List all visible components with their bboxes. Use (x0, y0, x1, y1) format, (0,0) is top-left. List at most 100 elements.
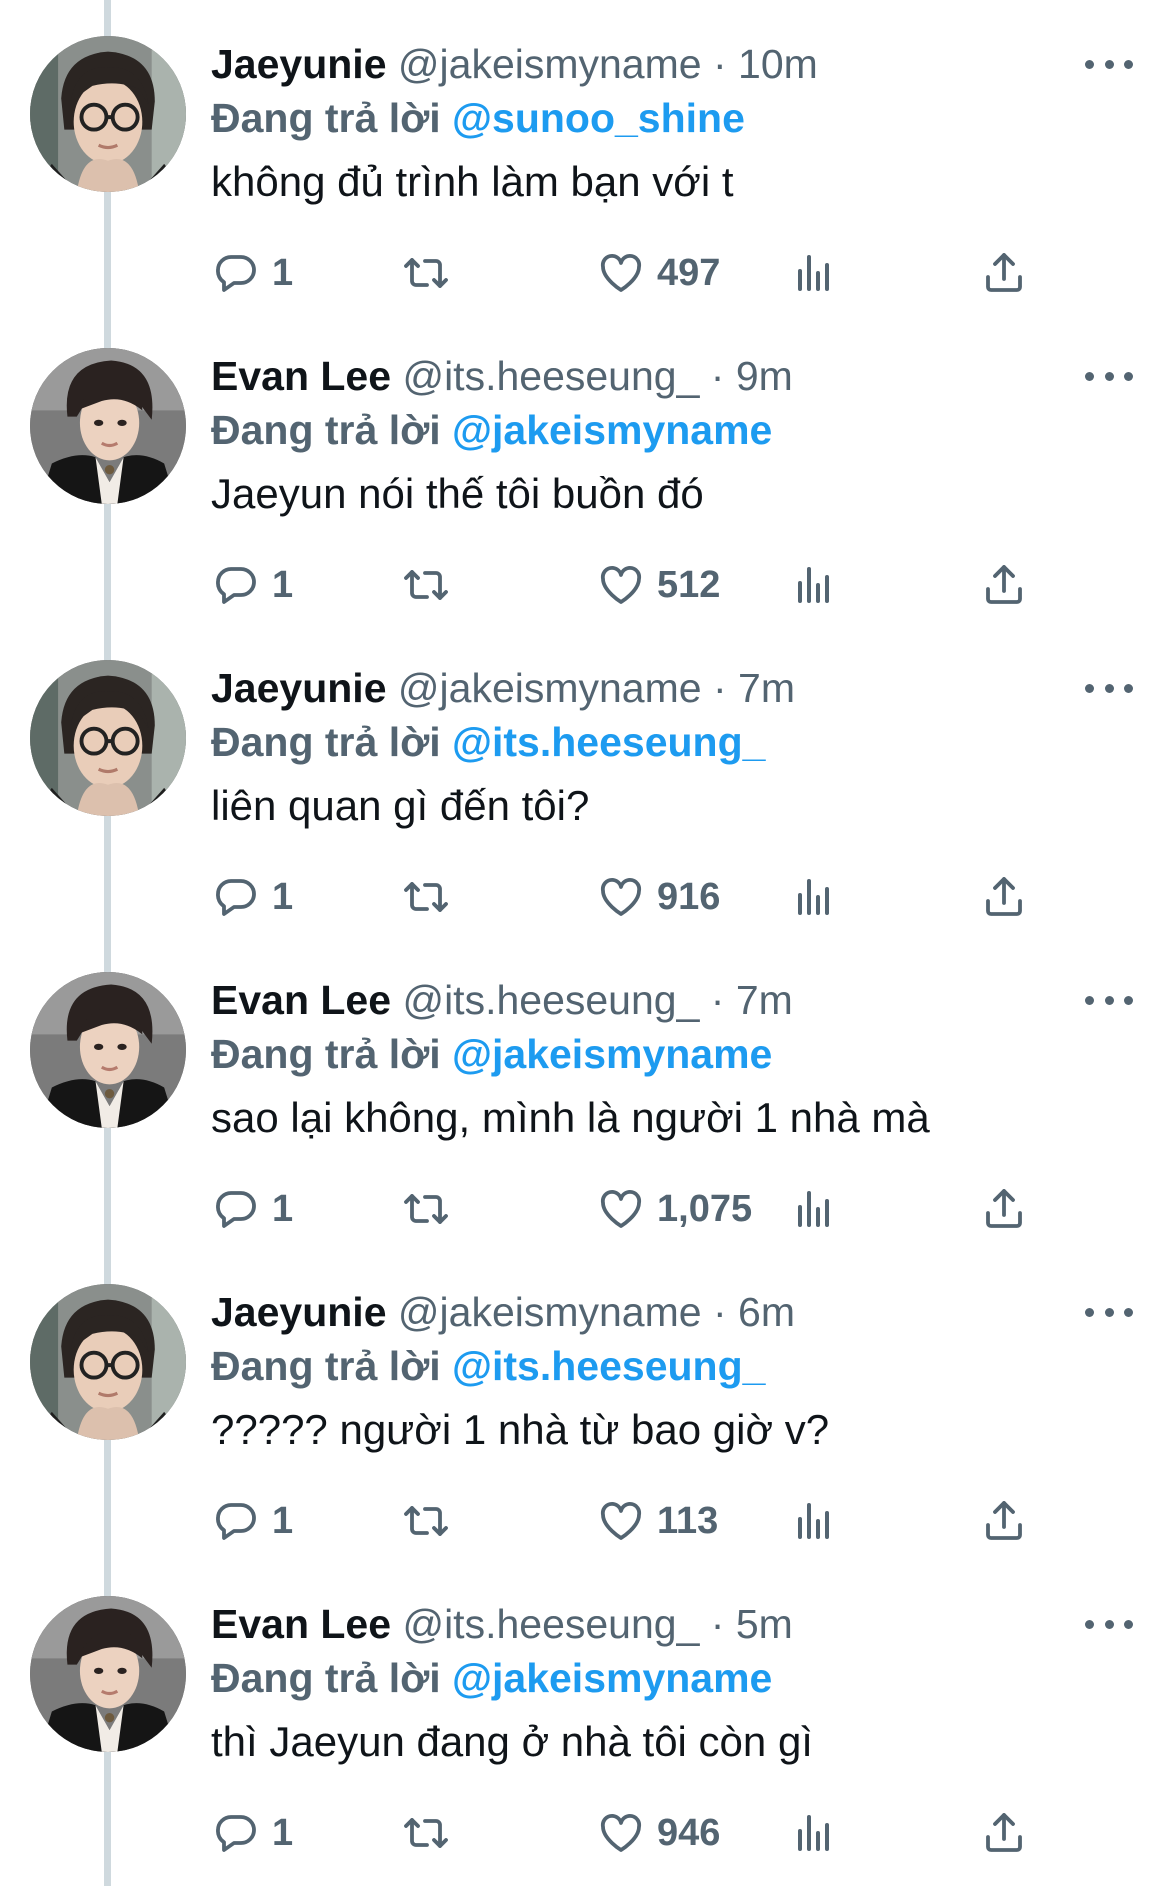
timestamp[interactable]: · 7m (713, 665, 795, 711)
reply-count: 1 (272, 1499, 294, 1542)
mention-link[interactable]: @jakeismyname (452, 1031, 772, 1077)
timestamp[interactable]: · 7m (711, 977, 793, 1023)
share-button[interactable] (980, 1491, 1028, 1551)
reply-icon (212, 1185, 260, 1233)
tweet-header: Jaeyunie @jakeismyname · 6m (211, 1284, 795, 1340)
retweet-button[interactable] (402, 555, 450, 615)
more-icon[interactable] (1085, 40, 1133, 88)
like-button[interactable]: 497 (597, 243, 720, 303)
share-button[interactable] (980, 1803, 1028, 1863)
replying-to-label: Đang trả lời (211, 1655, 441, 1701)
like-button[interactable]: 946 (597, 1803, 720, 1863)
handle[interactable]: @its.heeseung_ (402, 1601, 699, 1647)
mention-link[interactable]: @its.heeseung_ (452, 1343, 765, 1389)
share-button[interactable] (980, 243, 1028, 303)
mention-link[interactable]: @its.heeseung_ (452, 719, 765, 765)
share-icon (980, 561, 1028, 609)
display-name[interactable]: Evan Lee (211, 977, 391, 1023)
timestamp[interactable]: · 6m (713, 1289, 795, 1335)
like-button[interactable]: 512 (597, 555, 720, 615)
views-icon (790, 561, 838, 609)
tweet[interactable]: Jaeyunie @jakeismyname · 6m Đang trả lời … (0, 1248, 1170, 1560)
more-icon[interactable] (1085, 1288, 1133, 1336)
views-icon (790, 249, 838, 297)
display-name[interactable]: Jaeyunie (211, 665, 387, 711)
retweet-icon (402, 561, 450, 609)
tweet[interactable]: Evan Lee @its.heeseung_ · 5m Đang trả lời… (0, 1560, 1170, 1872)
handle[interactable]: @jakeismyname (398, 41, 702, 87)
more-icon[interactable] (1085, 1600, 1133, 1648)
mention-link[interactable]: @sunoo_shine (452, 95, 745, 141)
reply-button[interactable]: 1 (212, 555, 293, 615)
retweet-button[interactable] (402, 1491, 450, 1551)
more-icon[interactable] (1085, 352, 1133, 400)
views-button[interactable] (790, 1179, 838, 1239)
retweet-button[interactable] (402, 867, 450, 927)
tweet-text: thì Jaeyun đang ở nhà tôi còn gì (211, 1718, 813, 1765)
timestamp[interactable]: · 5m (711, 1601, 793, 1647)
reply-button[interactable]: 1 (212, 867, 293, 927)
avatar[interactable] (30, 36, 186, 192)
retweet-icon (402, 249, 450, 297)
action-bar: 1 916 (0, 867, 1170, 927)
more-icon[interactable] (1085, 664, 1133, 712)
tweet[interactable]: Jaeyunie @jakeismyname · 7m Đang trả lời … (0, 624, 1170, 936)
views-button[interactable] (790, 867, 838, 927)
like-button[interactable]: 1,075 (597, 1179, 752, 1239)
retweet-icon (402, 1497, 450, 1545)
share-button[interactable] (980, 1179, 1028, 1239)
share-button[interactable] (980, 555, 1028, 615)
reply-button[interactable]: 1 (212, 1491, 293, 1551)
views-button[interactable] (790, 555, 838, 615)
views-button[interactable] (790, 1803, 838, 1863)
reply-count: 1 (272, 251, 294, 294)
share-button[interactable] (980, 867, 1028, 927)
avatar[interactable] (30, 1284, 186, 1440)
tweet-header: Jaeyunie @jakeismyname · 10m (211, 36, 818, 92)
like-button[interactable]: 113 (597, 1491, 718, 1551)
avatar[interactable] (30, 348, 186, 504)
views-button[interactable] (790, 243, 838, 303)
avatar[interactable] (30, 660, 186, 816)
timestamp[interactable]: · 10m (713, 41, 818, 87)
display-name[interactable]: Evan Lee (211, 1601, 391, 1647)
tweet[interactable]: Evan Lee @its.heeseung_ · 9m Đang trả lời… (0, 312, 1170, 624)
replying-to: Đang trả lời @jakeismyname (211, 1026, 772, 1082)
replying-to-label: Đang trả lời (211, 407, 441, 453)
more-icon[interactable] (1085, 976, 1133, 1024)
retweet-button[interactable] (402, 243, 450, 303)
like-icon (597, 1185, 645, 1233)
reply-button[interactable]: 1 (212, 243, 293, 303)
mention-link[interactable]: @jakeismyname (452, 407, 772, 453)
views-button[interactable] (790, 1491, 838, 1551)
tweet-text: liên quan gì đến tôi? (211, 782, 590, 829)
tweet-text: không đủ trình làm bạn với t (211, 158, 734, 205)
handle[interactable]: @its.heeseung_ (402, 353, 699, 399)
handle[interactable]: @its.heeseung_ (402, 977, 699, 1023)
tweet-text: Jaeyun nói thế tôi buồn đó (211, 470, 704, 517)
retweet-button[interactable] (402, 1179, 450, 1239)
avatar[interactable] (30, 1596, 186, 1752)
mention-link[interactable]: @jakeismyname (452, 1655, 772, 1701)
like-button[interactable]: 916 (597, 867, 720, 927)
handle[interactable]: @jakeismyname (398, 1289, 702, 1335)
action-bar: 1 512 (0, 555, 1170, 615)
reply-icon (212, 1497, 260, 1545)
reply-icon (212, 873, 260, 921)
tweet[interactable]: Jaeyunie @jakeismyname · 10m Đang trả lời… (0, 0, 1170, 312)
tweet[interactable]: Evan Lee @its.heeseung_ · 7m Đang trả lời… (0, 936, 1170, 1248)
display-name[interactable]: Jaeyunie (211, 1289, 387, 1335)
tweet-header: Evan Lee @its.heeseung_ · 7m (211, 972, 793, 1028)
reply-button[interactable]: 1 (212, 1803, 293, 1863)
avatar[interactable] (30, 972, 186, 1128)
action-bar: 1 1,075 (0, 1179, 1170, 1239)
display-name[interactable]: Jaeyunie (211, 41, 387, 87)
replying-to: Đang trả lời @its.heeseung_ (211, 1338, 765, 1394)
retweet-button[interactable] (402, 1803, 450, 1863)
timestamp[interactable]: · 9m (711, 353, 793, 399)
reply-button[interactable]: 1 (212, 1179, 293, 1239)
handle[interactable]: @jakeismyname (398, 665, 702, 711)
display-name[interactable]: Evan Lee (211, 353, 391, 399)
reply-icon (212, 1809, 260, 1857)
share-icon (980, 873, 1028, 921)
